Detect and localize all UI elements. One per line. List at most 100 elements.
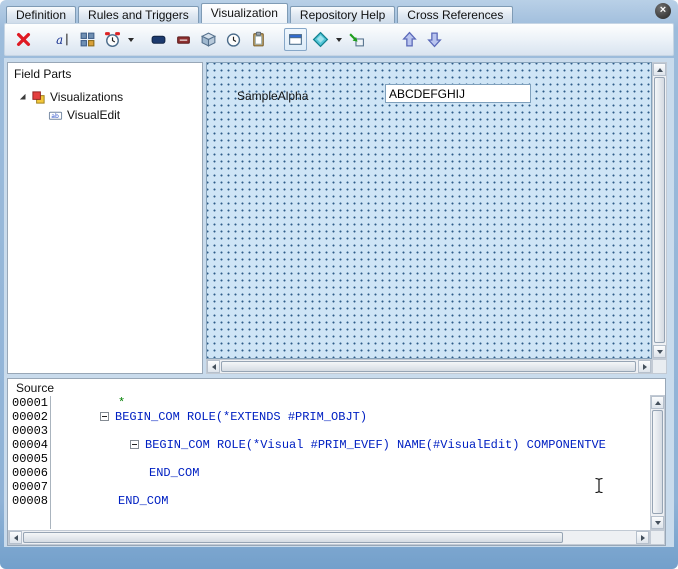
scroll-down-button[interactable] (651, 516, 664, 529)
field-list-button[interactable] (76, 28, 99, 51)
expand-marker-icon (16, 92, 30, 102)
line-number: 00002 (12, 410, 49, 424)
field-label: SampleAlpha (237, 89, 309, 103)
right-arrow-icon (640, 534, 645, 541)
tab-cross-references[interactable]: Cross References (397, 6, 514, 23)
ruler-button[interactable] (147, 28, 170, 51)
clock-icon (225, 31, 242, 48)
scroll-track[interactable] (653, 76, 666, 345)
line-number: 00001 (12, 396, 49, 410)
collapse-toggle[interactable] (100, 412, 109, 421)
delete-button[interactable] (12, 28, 35, 51)
scrollbar-corner (652, 359, 667, 374)
left-arrow-icon (13, 534, 18, 541)
design-horizontal-scrollbar[interactable] (206, 359, 652, 374)
line-number: 00004 (12, 438, 49, 452)
scroll-left-button[interactable] (9, 531, 22, 544)
code-line[interactable] (52, 424, 649, 438)
code-text: * (118, 396, 126, 410)
window-icon (287, 31, 304, 48)
scroll-track[interactable] (22, 531, 636, 544)
clock-button[interactable] (222, 28, 245, 51)
code-text: BEGIN_COM ROLE(*EXTENDS #PRIM_OBJT) (115, 410, 368, 424)
scroll-track[interactable] (220, 360, 638, 373)
scroll-thumb[interactable] (23, 532, 564, 543)
timer-dropdown[interactable] (125, 28, 136, 51)
source-editor[interactable]: 00001 00002 00003 00004 00005 00006 00007 00008… (9, 396, 649, 529)
arrow-up-icon (401, 31, 418, 48)
tab-bar: Definition Rules and Triggers Visualizatio… (6, 3, 650, 23)
design-area: SampleAlpha (206, 62, 667, 374)
clipboard-icon (250, 31, 267, 48)
code-line[interactable]: BEGIN_COM ROLE(*Visual #PRIM_EVEF) NAME(… (52, 438, 649, 452)
field-parts-tree: Visualizations ab VisualEdit (8, 88, 202, 124)
code-text: END_COM (118, 494, 169, 508)
code-line[interactable]: * (52, 396, 649, 410)
down-arrow-icon (656, 349, 663, 354)
collapse-toggle[interactable] (130, 440, 139, 449)
edit-field-button[interactable]: a (51, 28, 74, 51)
move-down-button[interactable] (423, 28, 446, 51)
code-line[interactable]: END_COM (52, 494, 649, 508)
tab-rules-and-triggers[interactable]: Rules and Triggers (78, 6, 199, 23)
svg-text:ab: ab (51, 112, 59, 119)
component-dropdown[interactable] (333, 28, 344, 51)
window-button[interactable] (284, 28, 307, 51)
import-button[interactable] (345, 28, 368, 51)
rules-button[interactable] (172, 28, 195, 51)
field-edit-icon: a (54, 31, 71, 48)
green-import-icon (348, 31, 365, 48)
arrow-down-icon (426, 31, 443, 48)
app-window: Definition Rules and Triggers Visualizatio… (0, 0, 678, 569)
source-panel: Source 00001 00002 00003 00004 00005 00006 000… (7, 378, 666, 546)
samplealpha-input[interactable] (385, 84, 531, 103)
grid-icon (79, 31, 96, 48)
paste-button[interactable] (247, 28, 270, 51)
tab-visualization[interactable]: Visualization (200, 3, 288, 23)
dropdown-arrow-icon (127, 37, 134, 42)
toolbar: a (4, 23, 674, 56)
design-canvas[interactable]: SampleAlpha (206, 62, 652, 359)
scroll-thumb[interactable] (654, 77, 665, 343)
red-dash-icon (175, 31, 192, 48)
scroll-right-button[interactable] (636, 531, 649, 544)
source-vertical-scrollbar[interactable] (650, 395, 665, 530)
design-vertical-scrollbar[interactable] (652, 62, 667, 359)
code-line[interactable]: END_COM (52, 466, 649, 480)
clock-red-icon (104, 31, 121, 48)
up-arrow-icon (654, 400, 661, 405)
scroll-track[interactable] (651, 409, 664, 516)
line-number-gutter: 00001 00002 00003 00004 00005 00006 00007 00008 (9, 396, 51, 529)
tree-item-visualedit[interactable]: ab VisualEdit (8, 106, 202, 124)
tab-repository-help[interactable]: Repository Help (289, 6, 396, 23)
visualizations-icon (30, 90, 47, 105)
tab-definition[interactable]: Definition (6, 6, 77, 23)
scroll-left-button[interactable] (207, 360, 220, 373)
move-up-button[interactable] (398, 28, 421, 51)
scroll-right-button[interactable] (638, 360, 651, 373)
scroll-down-button[interactable] (653, 345, 666, 358)
source-horizontal-scrollbar[interactable] (8, 530, 650, 545)
code-line[interactable] (52, 480, 649, 494)
timer-button[interactable] (101, 28, 124, 51)
code-text: BEGIN_COM ROLE(*Visual #PRIM_EVEF) NAME(… (145, 438, 606, 452)
scroll-thumb[interactable] (652, 410, 663, 514)
scroll-up-button[interactable] (651, 396, 664, 409)
code-line[interactable]: BEGIN_COM ROLE(*EXTENDS #PRIM_OBJT) (52, 410, 649, 424)
package-button[interactable] (197, 28, 220, 51)
scroll-up-button[interactable] (653, 63, 666, 76)
line-number: 00003 (12, 424, 49, 438)
source-code[interactable]: * BEGIN_COM ROLE(*EXTENDS #PRIM_OBJT) BEGI… (52, 396, 649, 529)
source-title: Source (16, 381, 55, 395)
scroll-thumb[interactable] (221, 361, 636, 372)
close-button[interactable]: × (655, 3, 671, 19)
scrollbar-corner (650, 530, 665, 545)
svg-text:a: a (56, 33, 63, 47)
tree-item-label: Visualizations (50, 90, 124, 104)
component-button[interactable] (309, 28, 332, 51)
code-line[interactable] (52, 452, 649, 466)
tree-item-visualizations[interactable]: Visualizations (8, 88, 202, 106)
field-parts-title: Field Parts (14, 67, 72, 81)
right-arrow-icon (642, 363, 647, 370)
text-cursor-icon (594, 477, 604, 494)
